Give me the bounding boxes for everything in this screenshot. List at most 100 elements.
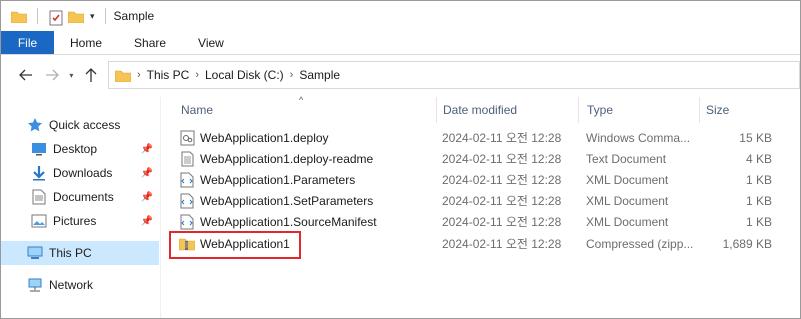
file-type: Text Document <box>586 151 667 166</box>
nav-documents[interactable]: Documents 📌 <box>1 185 159 209</box>
file-name-cell: WebApplication1.deploy-readme <box>179 148 441 169</box>
forward-button[interactable] <box>39 63 65 87</box>
nav-pictures[interactable]: Pictures 📌 <box>1 209 159 233</box>
quick-access-toolbar: ▾ <box>10 8 112 25</box>
chevron-right-icon[interactable]: › <box>195 69 199 81</box>
nav-label: Documents <box>53 190 114 204</box>
file-date: 2024-02-11 오전 12:28 <box>442 173 562 187</box>
nav-label: Desktop <box>53 142 98 156</box>
xml-document-icon <box>179 193 195 209</box>
highlight-box <box>169 231 301 259</box>
file-date: 2024-02-11 오전 12:28 <box>442 152 562 166</box>
xml-document-icon <box>179 172 195 188</box>
column-header-size[interactable]: Size <box>700 97 770 123</box>
column-divider[interactable] <box>578 97 579 123</box>
file-row[interactable]: WebApplication1.deploy-readme 2024-02-11… <box>169 148 800 169</box>
file-date: 2024-02-11 오전 12:28 <box>442 194 562 208</box>
file-row[interactable]: WebApplication1.SourceManifest 2024-02-1… <box>169 211 800 232</box>
pin-icon[interactable]: 📌 <box>141 216 153 227</box>
tab-view[interactable]: View <box>182 31 240 54</box>
nav-label: This PC <box>49 246 92 260</box>
star-icon <box>27 117 43 133</box>
file-size: 1 KB <box>745 193 772 208</box>
file-type: XML Document <box>586 214 669 229</box>
nav-label: Pictures <box>53 214 97 228</box>
nav-this-pc[interactable]: This PC <box>1 241 159 265</box>
column-header-name[interactable]: Name <box>175 97 435 123</box>
pictures-icon <box>31 213 47 229</box>
address-bar[interactable]: › This PC › Local Disk (C:) › Sample <box>107 61 800 89</box>
customize-toolbar-icon[interactable]: ▾ <box>90 11 95 22</box>
properties-icon[interactable] <box>48 10 64 25</box>
pin-icon[interactable]: 📌 <box>141 168 153 179</box>
file-size: 1 KB <box>745 172 772 187</box>
file-type: Compressed (zipp... <box>586 236 694 251</box>
breadcrumb-local-disk[interactable]: Local Disk (C:) <box>205 68 284 82</box>
new-folder-icon[interactable] <box>67 10 85 23</box>
column-header-date[interactable]: Date modified <box>437 97 577 123</box>
breadcrumb-this-pc[interactable]: This PC <box>147 68 190 82</box>
column-header-row: Name Date modified Type Size <box>169 97 800 123</box>
navigation-bar: ▾ › This PC › Local Disk (C:) › Sample <box>1 59 800 91</box>
folder-icon <box>114 69 131 82</box>
explorer-window: ▾ Sample File Home Share View ▾ › This P… <box>0 0 801 319</box>
file-name: WebApplication1.SourceManifest <box>200 214 377 229</box>
nav-downloads[interactable]: Downloads 📌 <box>1 161 159 185</box>
pin-icon[interactable]: 📌 <box>141 144 153 155</box>
file-name: WebApplication1.deploy-readme <box>200 151 374 166</box>
nav-quick-access[interactable]: Quick access <box>1 113 159 137</box>
file-name-cell: WebApplication1.Parameters <box>179 169 441 190</box>
tab-share[interactable]: Share <box>118 31 182 54</box>
file-date: 2024-02-11 오전 12:28 <box>442 237 562 251</box>
computer-icon <box>27 245 43 261</box>
text-document-icon <box>179 151 195 167</box>
nav-network[interactable]: Network <box>1 273 159 297</box>
nav-label: Quick access <box>49 118 121 132</box>
column-header-type[interactable]: Type <box>581 97 697 123</box>
file-type: Windows Comma... <box>586 130 691 145</box>
file-name-cell: WebApplication1.SetParameters <box>179 190 441 211</box>
chevron-right-icon: › <box>136 69 141 81</box>
chevron-right-icon[interactable]: › <box>290 69 294 81</box>
ribbon-tabs: File Home Share View <box>1 31 800 55</box>
folder-icon <box>10 10 28 23</box>
window-title: Sample <box>113 9 155 23</box>
file-date: 2024-02-11 오전 12:28 <box>442 131 562 145</box>
file-date: 2024-02-11 오전 12:28 <box>442 215 562 229</box>
file-size: 4 KB <box>745 151 772 166</box>
tab-file[interactable]: File <box>1 31 54 54</box>
tab-home[interactable]: Home <box>54 31 118 54</box>
nav-label: Downloads <box>53 166 113 180</box>
toolbar-divider <box>104 8 106 24</box>
file-name: WebApplication1.Parameters <box>200 172 356 187</box>
navigation-pane: Quick access Desktop 📌 Downloads 📌 Docum… <box>1 97 161 318</box>
download-icon <box>31 165 47 181</box>
file-row[interactable]: WebApplication1.SetParameters 2024-02-11… <box>169 190 800 211</box>
documents-icon <box>31 189 47 205</box>
title-bar: ▾ Sample <box>1 1 800 31</box>
back-button[interactable] <box>13 63 39 87</box>
cmd-script-icon <box>179 130 195 146</box>
file-name: WebApplication1.deploy <box>200 130 329 145</box>
nav-label: Network <box>49 278 94 292</box>
file-size: 15 KB <box>739 130 772 145</box>
file-name-cell: WebApplication1.deploy <box>179 127 441 148</box>
file-list: ^ Name Date modified Type Size WebApplic… <box>169 95 800 318</box>
file-name-cell: WebApplication1.SourceManifest <box>179 211 441 232</box>
file-row[interactable]: WebApplication1.Parameters 2024-02-11 오전… <box>169 169 800 190</box>
file-size: 1 KB <box>745 214 772 229</box>
desktop-icon <box>31 141 47 157</box>
file-name: WebApplication1.SetParameters <box>200 193 374 208</box>
nav-desktop[interactable]: Desktop 📌 <box>1 137 159 161</box>
file-type: XML Document <box>586 172 669 187</box>
network-icon <box>27 277 43 293</box>
xml-document-icon <box>179 214 195 230</box>
toolbar-divider <box>37 8 38 24</box>
file-size: 1,689 KB <box>722 236 772 251</box>
file-row[interactable]: WebApplication1.deploy 2024-02-11 오전 12:… <box>169 127 800 148</box>
file-type: XML Document <box>586 193 669 208</box>
pin-icon[interactable]: 📌 <box>141 192 153 203</box>
breadcrumb-sample[interactable]: Sample <box>299 68 340 82</box>
recent-locations-button[interactable]: ▾ <box>64 63 78 87</box>
up-button[interactable] <box>78 63 104 87</box>
